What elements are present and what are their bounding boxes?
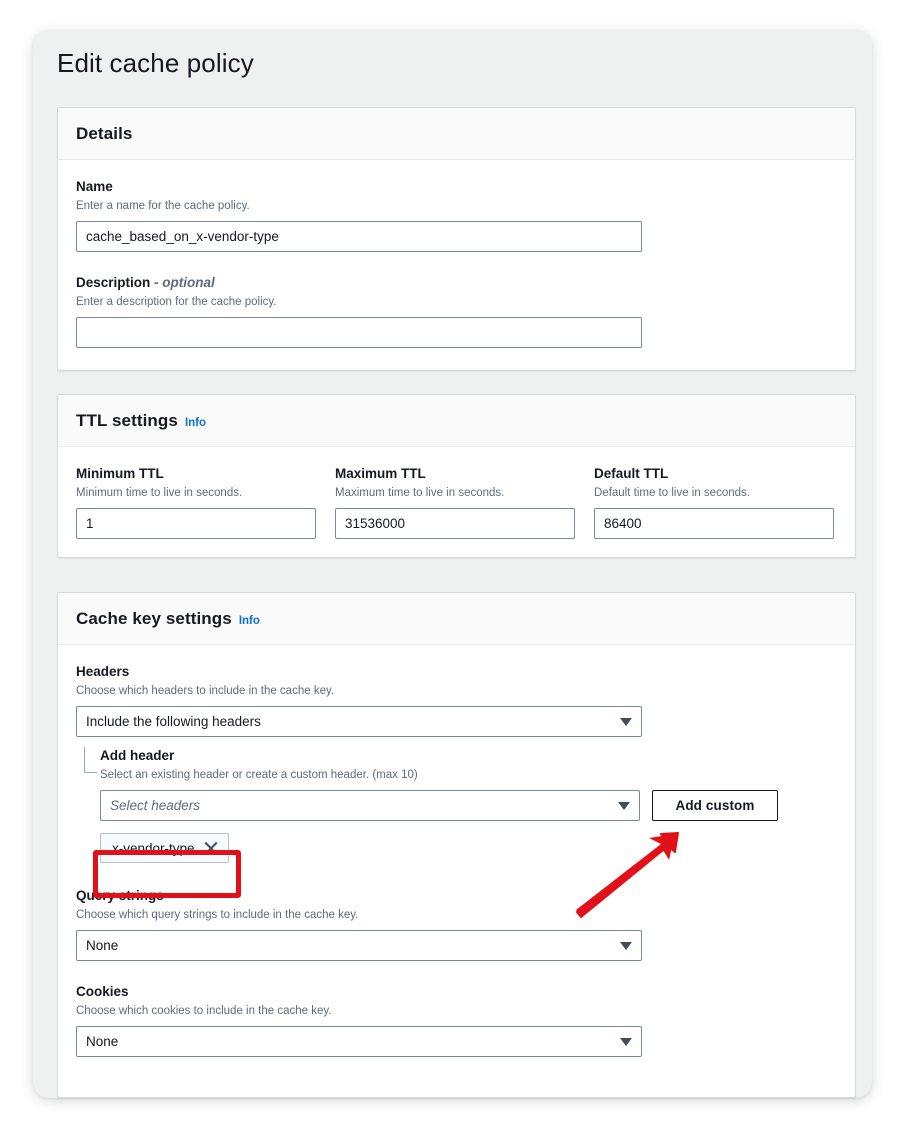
select-headers-placeholder: Select headers [110, 798, 201, 813]
query-strings-select[interactable]: None [76, 930, 642, 961]
add-header-label: Add header [100, 748, 175, 763]
cache-key-panel-header: Cache key settings Info [58, 593, 855, 645]
chevron-down-icon [620, 1037, 632, 1046]
name-field-label: Name [76, 179, 113, 194]
cookies-select-value: None [86, 1034, 119, 1049]
chevron-down-icon [620, 717, 632, 726]
ttl-fields-row: Minimum TTL Minimum time to live in seco… [76, 465, 837, 539]
header-token-label: x-vendor-type [112, 840, 195, 856]
selected-headers-token-list: x-vendor-type [100, 833, 837, 863]
maximum-ttl-input[interactable]: 31536000 [335, 508, 575, 539]
tree-connector-line [84, 747, 97, 773]
headers-label: Headers [76, 664, 130, 679]
maximum-ttl-description: Maximum time to live in seconds. [335, 487, 505, 499]
ttl-settings-panel: TTL settings Info Minimum TTL Minimum ti… [57, 394, 856, 558]
default-ttl-input[interactable]: 86400 [594, 508, 834, 539]
console-card: Edit cache policy Details Name Enter a n… [33, 30, 872, 1098]
cache-key-heading: Cache key settings [76, 609, 232, 628]
minimum-ttl-label: Minimum TTL [76, 466, 164, 481]
cookies-label: Cookies [76, 984, 129, 999]
default-ttl-value: 86400 [604, 516, 642, 531]
query-strings-field-group: Query strings Choose which query strings… [76, 887, 837, 961]
maximum-ttl-value: 31536000 [345, 516, 406, 531]
close-icon[interactable] [204, 841, 219, 856]
query-strings-description: Choose which query strings to include in… [76, 909, 359, 921]
add-custom-button[interactable]: Add custom [652, 790, 778, 821]
cookies-field-group: Cookies Choose which cookies to include … [76, 983, 837, 1057]
cookies-select[interactable]: None [76, 1026, 642, 1057]
minimum-ttl-input[interactable]: 1 [76, 508, 316, 539]
cache-key-info-link[interactable]: Info [239, 615, 260, 627]
add-header-group: Add header Select an existing header or … [76, 747, 837, 863]
minimum-ttl-group: Minimum TTL Minimum time to live in seco… [76, 465, 316, 539]
description-field-label-text: Description [76, 275, 151, 290]
description-input[interactable] [76, 317, 642, 348]
headers-field-group: Headers Choose which headers to include … [76, 663, 837, 737]
details-panel: Details Name Enter a name for the cache … [57, 107, 856, 371]
ttl-heading: TTL settings [76, 411, 178, 430]
cache-key-panel-body: Headers Choose which headers to include … [58, 645, 855, 1097]
name-field-description: Enter a name for the cache policy. [76, 200, 250, 212]
details-panel-body: Name Enter a name for the cache policy. … [58, 160, 855, 370]
minimum-ttl-description: Minimum time to live in seconds. [76, 487, 243, 499]
headers-description: Choose which headers to include in the c… [76, 685, 335, 697]
add-header-row: Select headers Add custom [100, 790, 837, 821]
default-ttl-group: Default TTL Default time to live in seco… [594, 465, 834, 539]
maximum-ttl-group: Maximum TTL Maximum time to live in seco… [335, 465, 575, 539]
headers-select[interactable]: Include the following headers [76, 706, 642, 737]
maximum-ttl-label: Maximum TTL [335, 466, 426, 481]
name-field-group: Name Enter a name for the cache policy. … [76, 178, 837, 252]
default-ttl-description: Default time to live in seconds. [594, 487, 750, 499]
ttl-panel-header: TTL settings Info [58, 395, 855, 447]
description-field-optional-tag: - optional [154, 275, 215, 290]
add-header-description: Select an existing header or create a cu… [100, 769, 418, 781]
query-strings-label: Query strings [76, 888, 164, 903]
ttl-panel-body: Minimum TTL Minimum time to live in seco… [58, 447, 855, 557]
ttl-info-link[interactable]: Info [185, 417, 206, 429]
details-heading: Details [76, 124, 133, 143]
cookies-description: Choose which cookies to include in the c… [76, 1005, 332, 1017]
query-strings-select-value: None [86, 938, 119, 953]
page-title: Edit cache policy [57, 48, 254, 78]
name-input-value: cache_based_on_x-vendor-type [86, 229, 279, 244]
headers-select-value: Include the following headers [86, 714, 261, 729]
cache-key-settings-panel: Cache key settings Info Headers Choose w… [57, 592, 856, 1098]
description-field-group: Description - optional Enter a descripti… [76, 274, 837, 348]
header-token[interactable]: x-vendor-type [100, 833, 229, 863]
chevron-down-icon [620, 941, 632, 950]
details-panel-header: Details [58, 108, 855, 160]
minimum-ttl-value: 1 [86, 516, 94, 531]
select-headers-dropdown[interactable]: Select headers [100, 790, 640, 821]
default-ttl-label: Default TTL [594, 466, 669, 481]
description-field-label: Description - optional [76, 274, 837, 292]
description-field-description: Enter a description for the cache policy… [76, 296, 277, 308]
chevron-down-icon [618, 801, 630, 810]
screenshot-root: Edit cache policy Details Name Enter a n… [0, 0, 906, 1142]
name-input[interactable]: cache_based_on_x-vendor-type [76, 221, 642, 252]
